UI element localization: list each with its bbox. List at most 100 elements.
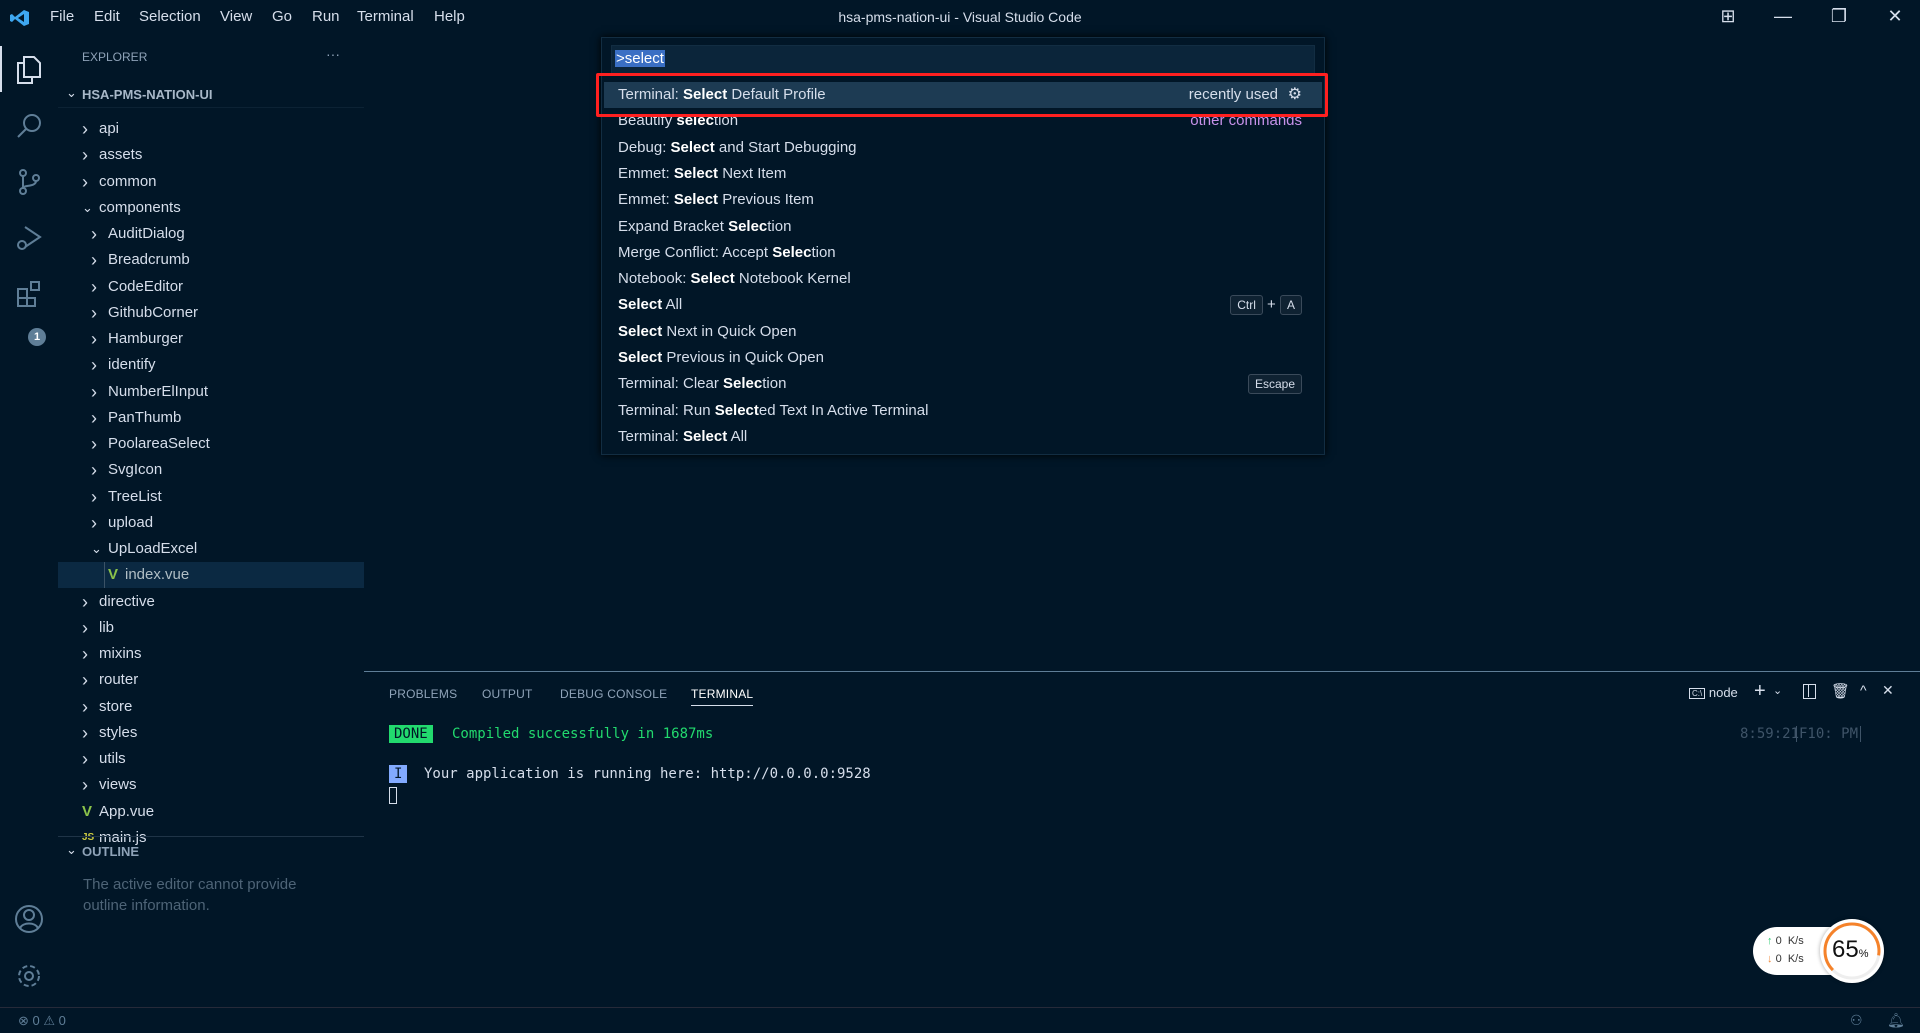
problems-status[interactable]: ⊗ 0 ⚠ 0 (18, 1013, 66, 1029)
tree-item[interactable]: › store (58, 694, 364, 720)
tree-item[interactable]: › NumberElInput (58, 379, 364, 405)
recently-used-label: recently used (1188, 86, 1278, 103)
tree-item[interactable]: › TreeList (58, 484, 364, 510)
root-folder-header[interactable]: ⌄ HSA-PMS-NATION-UI (58, 80, 364, 108)
command-item[interactable]: Expand Bracket Selection (604, 214, 1322, 240)
chevron-right-icon: › (82, 591, 88, 612)
tab-debug-console[interactable]: DEBUG CONSOLE (560, 687, 667, 701)
menu-file[interactable]: File (50, 8, 74, 25)
tree-item[interactable]: › utils (58, 746, 364, 772)
tab-terminal[interactable]: TERMINAL (691, 687, 754, 706)
tree-item[interactable]: › directive (58, 589, 364, 615)
chevron-right-icon: › (91, 512, 97, 533)
menu-run[interactable]: Run (312, 8, 340, 25)
command-item[interactable]: Terminal: Run Selected Text In Active Te… (604, 398, 1322, 424)
tree-item[interactable]: › CodeEditor (58, 274, 364, 300)
tree-item[interactable]: › lib (58, 615, 364, 641)
menu-edit[interactable]: Edit (94, 8, 120, 25)
menu-view[interactable]: View (220, 8, 252, 25)
menu-help[interactable]: Help (434, 8, 465, 25)
command-item[interactable]: Terminal: Select All (604, 424, 1322, 450)
tree-item[interactable]: › api (58, 116, 364, 142)
settings-gear-icon[interactable] (0, 948, 58, 1004)
tree-item[interactable]: ⌄ components (58, 195, 364, 221)
command-input[interactable]: >select (611, 45, 1315, 74)
feedback-icon[interactable]: ⚇ (1850, 1012, 1863, 1029)
tree-item[interactable]: › GithubCorner (58, 300, 364, 326)
command-item[interactable]: Terminal: Clear Selection Escape (604, 371, 1322, 397)
outline-message: The active editor cannot provide outline… (83, 876, 297, 914)
chevron-right-icon: › (82, 644, 88, 664)
command-item[interactable]: Terminal: Select Default Profile recently… (604, 82, 1322, 108)
trash-icon[interactable]: 🗑 (1831, 682, 1850, 700)
command-item[interactable]: Merge Conflict: Accept Selection (604, 240, 1322, 266)
chevron-right-icon: › (91, 407, 97, 428)
tree-item-label: Breadcrumb (108, 251, 190, 269)
account-icon[interactable] (0, 891, 58, 947)
tree-item[interactable]: › views (58, 772, 364, 798)
menu-go[interactable]: Go (272, 8, 292, 25)
split-terminal-icon[interactable] (1803, 684, 1816, 699)
tree-item[interactable]: V App.vue (58, 799, 364, 825)
tree-item-label: CodeEditor (108, 277, 184, 295)
more-actions-icon[interactable]: ··· (326, 46, 340, 62)
tree-item[interactable]: › Hamburger (58, 326, 364, 352)
new-terminal-icon[interactable]: + (1754, 680, 1766, 703)
chevron-right-icon: › (91, 329, 97, 349)
notifications-bell-icon[interactable]: 🔔︎ (1887, 1012, 1905, 1029)
command-item[interactable]: Select All Ctrl + A (604, 292, 1322, 318)
extensions-icon[interactable] (0, 266, 58, 322)
tab-problems[interactable]: PROBLEMS (389, 687, 457, 701)
tree-item[interactable]: › Breadcrumb (58, 247, 364, 273)
close-panel-icon[interactable]: ✕ (1882, 682, 1894, 699)
command-item[interactable]: Beautify selection other commands (604, 108, 1322, 134)
tree-item[interactable]: › upload (58, 510, 364, 536)
command-item[interactable]: Select Previous in Quick Open (604, 345, 1322, 371)
menu-terminal[interactable]: Terminal (357, 8, 414, 25)
bottom-panel: PROBLEMS OUTPUT DEBUG CONSOLE TERMINAL C:\ … (364, 671, 1920, 1007)
root-folder-label: HSA-PMS-NATION-UI (82, 87, 213, 102)
tree-item[interactable]: › router (58, 667, 364, 693)
search-icon[interactable] (0, 98, 58, 154)
tree-item[interactable]: › mixins (58, 641, 364, 667)
app-running-message: Your application is running here: http:/… (424, 766, 871, 782)
tree-item[interactable]: › PoolareaSelect (58, 431, 364, 457)
memory-usage-gauge[interactable]: 65% (1820, 919, 1884, 983)
chevron-down-icon: ⌄ (82, 199, 93, 215)
vscode-logo-icon (10, 10, 29, 26)
tree-item[interactable]: › styles (58, 720, 364, 746)
tree-item[interactable]: › PanThumb (58, 405, 364, 431)
restore-button[interactable]: ❐ (1824, 6, 1854, 30)
tree-item[interactable]: › SvgIcon (58, 457, 364, 483)
configure-keybinding-gear-icon[interactable]: ⚙ (1288, 82, 1302, 108)
command-item[interactable]: Debug: Select and Start Debugging (604, 135, 1322, 161)
tree-item-label: router (99, 671, 139, 689)
tree-item[interactable]: Vindex.vue (58, 562, 364, 589)
terminal-time-suffix: F10: PM (1796, 726, 1862, 742)
tab-output[interactable]: OUTPUT (482, 687, 533, 701)
terminal-selector[interactable]: C:\ node (1689, 685, 1738, 700)
outline-header[interactable]: ⌄ OUTLINE (58, 838, 364, 866)
tree-item[interactable]: ⌄ UpLoadExcel (58, 536, 364, 562)
command-item[interactable]: Emmet: Select Next Item (604, 161, 1322, 187)
tree-item[interactable]: › identify (58, 352, 364, 378)
command-item[interactable]: Emmet: Select Previous Item (604, 187, 1322, 213)
tree-item[interactable]: › common (58, 169, 364, 195)
other-commands-label: other commands (1190, 112, 1302, 130)
files-icon[interactable] (0, 42, 58, 98)
tree-item-label: identify (108, 356, 156, 374)
command-item[interactable]: Select Next in Quick Open (604, 319, 1322, 345)
maximize-panel-icon[interactable]: ^ (1860, 682, 1867, 698)
tree-item[interactable]: › AuditDialog (58, 221, 364, 247)
compile-message: Compiled successfully in 1687ms (452, 726, 714, 742)
close-window-button[interactable]: ✕ (1880, 6, 1910, 30)
menu-selection[interactable]: Selection (139, 8, 201, 25)
tree-item[interactable]: › assets (58, 142, 364, 168)
command-input-value: >select (615, 50, 665, 67)
run-debug-icon[interactable] (0, 210, 58, 266)
command-item[interactable]: Notebook: Select Notebook Kernel (604, 266, 1322, 292)
minimize-button[interactable]: — (1768, 6, 1798, 30)
source-control-icon[interactable] (0, 154, 58, 210)
chevron-down-icon[interactable]: ⌄ (1773, 684, 1782, 697)
layout-icon[interactable]: ⊞ (1713, 6, 1743, 30)
